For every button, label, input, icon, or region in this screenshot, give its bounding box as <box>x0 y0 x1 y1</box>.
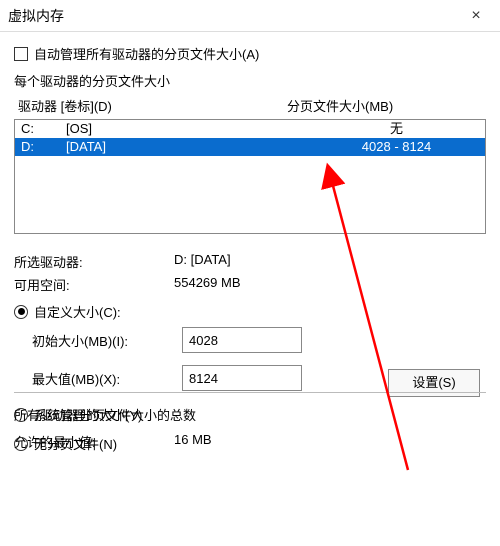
drive-row-d[interactable]: D: [DATA] 4028 - 8124 <box>15 138 485 156</box>
free-space-label: 可用空间: <box>14 275 174 294</box>
drive-size: 无 <box>314 120 479 138</box>
header-drive: 驱动器 [卷标](D) <box>18 96 287 115</box>
max-size-label: 最大值(MB)(X): <box>32 369 182 388</box>
min-allowed-label: 允许的最小值: <box>14 432 174 451</box>
total-section-label: 所有驱动器分页文件大小的总数 <box>14 405 486 424</box>
drive-size: 4028 - 8124 <box>314 138 479 156</box>
drive-label: [DATA] <box>66 138 314 156</box>
free-space-value: 554269 MB <box>174 275 486 294</box>
window-title: 虚拟内存 <box>8 6 460 26</box>
initial-size-label: 初始大小(MB)(I): <box>32 331 182 350</box>
drive-row-c[interactable]: C: [OS] 无 <box>15 120 485 138</box>
checkbox-icon[interactable] <box>14 47 28 61</box>
custom-size-radio[interactable]: 自定义大小(C): <box>14 302 486 321</box>
selected-drive-row: 所选驱动器: D: [DATA] <box>14 252 486 271</box>
free-space-row: 可用空间: 554269 MB <box>14 275 486 294</box>
drive-label: [OS] <box>66 120 314 138</box>
auto-manage-label: 自动管理所有驱动器的分页文件大小(A) <box>34 44 259 63</box>
per-drive-section-label: 每个驱动器的分页文件大小 <box>14 71 486 90</box>
titlebar: 虚拟内存 × <box>0 0 500 32</box>
initial-size-row: 初始大小(MB)(I): <box>32 327 486 353</box>
selected-drive-label: 所选驱动器: <box>14 252 174 271</box>
close-icon[interactable]: × <box>460 7 492 25</box>
selected-drive-value: D: [DATA] <box>174 252 486 271</box>
drive-letter: D: <box>21 138 66 156</box>
max-size-input[interactable] <box>182 365 302 391</box>
radio-icon[interactable] <box>14 305 28 319</box>
total-section: 所有驱动器分页文件大小的总数 允许的最小值: 16 MB <box>14 392 486 455</box>
drive-list[interactable]: C: [OS] 无 D: [DATA] 4028 - 8124 <box>14 119 486 234</box>
custom-size-label: 自定义大小(C): <box>34 302 121 321</box>
content: 自动管理所有驱动器的分页文件大小(A) 每个驱动器的分页文件大小 驱动器 [卷标… <box>0 32 500 453</box>
header-pagefile: 分页文件大小(MB) <box>287 96 482 115</box>
initial-size-input[interactable] <box>182 327 302 353</box>
min-allowed-value: 16 MB <box>174 432 486 451</box>
drive-list-header: 驱动器 [卷标](D) 分页文件大小(MB) <box>14 96 486 115</box>
auto-manage-row[interactable]: 自动管理所有驱动器的分页文件大小(A) <box>14 44 486 63</box>
drive-letter: C: <box>21 120 66 138</box>
